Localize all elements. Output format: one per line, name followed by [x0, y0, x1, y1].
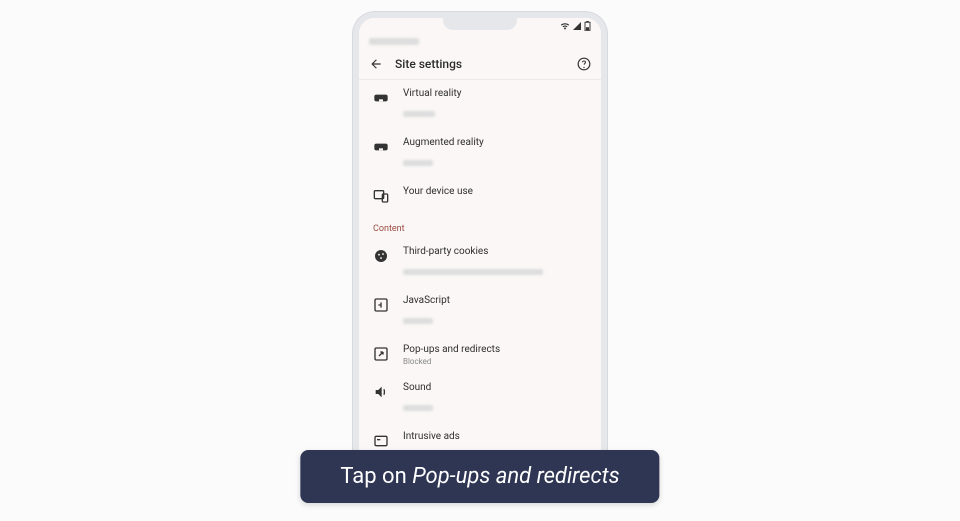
setting-item-popups-redirects[interactable]: Pop-ups and redirects Blocked	[359, 336, 601, 374]
setting-item-label: Pop-ups and redirects	[403, 344, 587, 356]
instruction-caption: Tap on Pop-ups and redirects	[300, 450, 659, 503]
setting-item-label: Sound	[403, 382, 587, 394]
app-bar-title: Site settings	[395, 57, 565, 71]
setting-item-augmented-reality[interactable]: Augmented reality	[359, 129, 601, 178]
blurred-tab-text	[369, 38, 419, 45]
setting-item-javascript[interactable]: JavaScript	[359, 287, 601, 336]
setting-item-virtual-reality[interactable]: Virtual reality	[359, 80, 601, 129]
help-icon[interactable]	[577, 57, 591, 71]
setting-item-sound[interactable]: Sound	[359, 374, 601, 423]
battery-icon	[584, 21, 591, 31]
setting-item-device-use[interactable]: Your device use	[359, 178, 601, 212]
caption-prefix: Tap on	[340, 464, 412, 489]
javascript-icon	[373, 297, 389, 313]
blurred-subtext	[403, 160, 433, 166]
blurred-subtext	[403, 318, 433, 324]
sound-icon	[373, 384, 389, 400]
ads-icon	[373, 433, 389, 449]
phone-notch	[443, 16, 517, 30]
phone-screen: Site settings Virtual reality Augmente	[359, 18, 601, 466]
blurred-subtext	[403, 111, 435, 117]
setting-item-label: Virtual reality	[403, 88, 587, 100]
wifi-icon	[560, 22, 570, 30]
setting-item-subtext: Blocked	[403, 357, 587, 366]
blurred-subtext	[403, 405, 433, 411]
app-bar: Site settings	[359, 48, 601, 80]
phone-frame: Site settings Virtual reality Augmente	[353, 12, 607, 472]
devices-icon	[373, 188, 389, 204]
vr-headset-icon	[373, 90, 389, 106]
cookie-icon	[373, 248, 389, 264]
setting-item-third-party-cookies[interactable]: Third-party cookies	[359, 238, 601, 287]
stage: Site settings Virtual reality Augmente	[0, 0, 960, 521]
popup-icon	[373, 346, 389, 362]
setting-item-label: JavaScript	[403, 295, 587, 307]
setting-item-label: Intrusive ads	[403, 431, 587, 443]
tab-strip	[359, 34, 601, 48]
signal-icon	[573, 22, 581, 30]
setting-item-label: Augmented reality	[403, 137, 587, 149]
caption-emphasis: Pop-ups and redirects	[412, 464, 619, 489]
blurred-subtext	[403, 269, 543, 275]
setting-item-label: Third-party cookies	[403, 246, 587, 258]
setting-item-label: Your device use	[403, 186, 587, 198]
ar-headset-icon	[373, 139, 389, 155]
back-icon[interactable]	[369, 57, 383, 71]
section-header-content: Content	[359, 212, 601, 238]
